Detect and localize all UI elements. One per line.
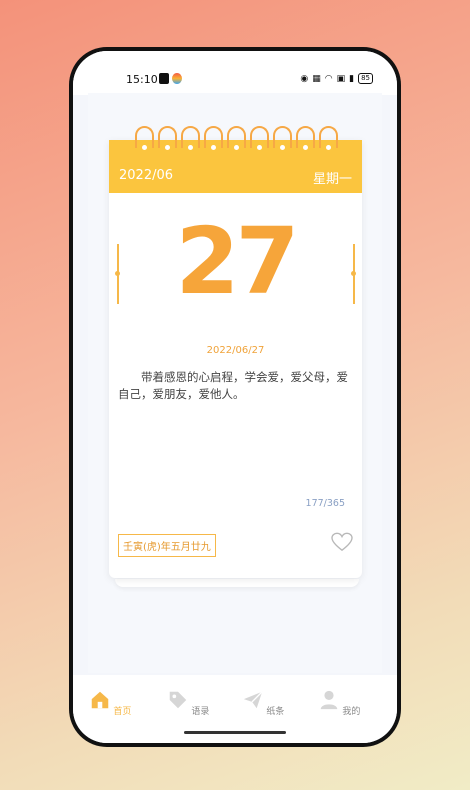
tab-home-label: 首页 [113,707,132,717]
card-stack-shadow [115,579,359,587]
battery-icon: 85 [358,73,373,84]
calendar-header: 2022/06 星期一 [109,126,362,193]
user-icon [320,690,337,710]
binder-ring [227,126,246,150]
binder-ring [135,126,154,150]
tab-notes[interactable]: 纸条 [233,689,293,717]
tab-quotes-label: 语录 [191,707,210,717]
binder-ring [204,126,223,150]
calendar-weekday: 星期一 [312,172,352,187]
signal-icon: ▮ [349,73,355,84]
bottom-tab-bar: 首页 语录 纸条 我的 [73,675,397,743]
status-bar: 15:10 ◉ ▦ ◠ ▣ ▮ 85 [73,51,397,95]
binder-ring [158,126,177,150]
binder-ring [319,126,338,150]
binder-ring [296,126,315,150]
day-of-year: 177/365 [305,498,345,509]
paper-plane-icon [243,691,263,709]
tag-icon [169,691,186,709]
tab-notes-label: 纸条 [266,707,285,717]
phone-frame: 15:10 ◉ ▦ ◠ ▣ ▮ 85 2022/06 星期一 27 2022/0… [69,47,401,747]
daily-quote: 带着感恩的心启程，学会爱，爱父母，爱自己，爱朋友，爱他人。 [118,370,348,401]
binder-ring [273,126,292,150]
binder-rings [135,126,338,150]
wifi-icon: ◠ [324,73,333,84]
app-notification-icon [159,73,169,84]
tab-quotes[interactable]: 语录 [158,689,218,717]
home-icon [91,691,108,709]
tab-home[interactable]: 首页 [80,689,140,717]
binder-ring [250,126,269,150]
home-indicator[interactable] [184,731,286,734]
status-right-icons: ◉ ▦ ◠ ▣ ▮ 85 [300,73,373,84]
screen: 15:10 ◉ ▦ ◠ ▣ ▮ 85 2022/06 星期一 27 2022/0… [73,51,397,743]
data-speed-icon: ▦ [312,73,321,84]
eye-icon: ◉ [300,73,309,84]
calendar-day: 27 [175,208,299,315]
heart-icon[interactable] [331,532,353,552]
status-time: 15:10 [126,73,158,86]
lunar-date-badge: 壬寅(虎)年五月廿九 [118,534,216,557]
calendar-month: 2022/06 [119,168,174,183]
binder-ring [181,126,200,150]
tab-profile-label: 我的 [342,707,361,717]
hd-icon: ▣ [336,73,346,84]
calendar-date: 2022/06/27 [206,345,265,356]
calendar-card: 2022/06 星期一 27 2022/06/27 带着感恩的心启程，学会爱，爱… [109,126,362,578]
app-notification-icon-2 [172,73,182,84]
tab-profile[interactable]: 我的 [309,689,369,717]
status-app-icons [159,73,182,84]
